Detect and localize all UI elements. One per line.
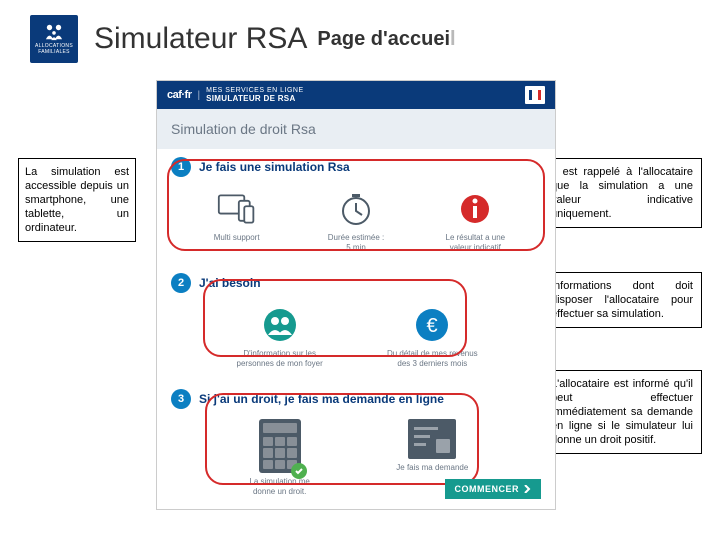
- topbar-line2: SIMULATEUR DE RSA: [206, 94, 304, 103]
- cell-has-right: La simulation me donne un droit.: [230, 419, 330, 497]
- caf-brand: caf·fr: [167, 89, 192, 101]
- cell-income-detail: € Du détail de mes revenus des 3 dernier…: [382, 305, 482, 369]
- family-icon: [43, 23, 65, 41]
- page-title: Simulateur RSA: [94, 22, 307, 56]
- callout-indicative-value: Il est rappelé à l'allocataire que la si…: [542, 158, 702, 228]
- step-badge-3: 3: [171, 389, 191, 409]
- hero-title: Simulation de droit Rsa: [157, 109, 555, 149]
- euro-circle-icon: €: [412, 305, 452, 345]
- commencer-button[interactable]: COMMENCER: [445, 479, 542, 499]
- topbar-line1: MES SERVICES EN LIGNE: [206, 87, 304, 94]
- callout-required-info: Informations dont doit disposer l'alloca…: [542, 272, 702, 328]
- left-annotation: La simulation est accessible depuis un s…: [18, 158, 136, 242]
- people-circle-icon: [260, 305, 300, 345]
- devices-icon: [217, 189, 257, 229]
- step1-title: Je fais une simulation Rsa: [199, 160, 350, 174]
- step2-title: J'ai besoin: [199, 276, 261, 290]
- cell-multi-support: Multi support: [187, 189, 287, 253]
- cell-duration: Durée estimée : 5 min: [306, 189, 406, 253]
- ministry-logo: [525, 86, 545, 104]
- cell-indicative: Le résultat a une valeur indicatif: [425, 189, 525, 253]
- header: ALLOCATIONS FAMILIALES Simulateur RSA Pa…: [30, 14, 692, 64]
- info-circle-icon: [455, 189, 495, 229]
- checkmark-icon: [291, 463, 307, 479]
- page-subtitle: Page d'accueil: [317, 28, 455, 51]
- step-2: 2 J'ai besoin D'information sur les perso…: [157, 265, 555, 381]
- step-1: 1 Je fais une simulation Rsa Multi suppor…: [157, 149, 555, 265]
- svg-text:€: €: [427, 315, 438, 337]
- caf-simulator-screenshot: caf·fr | MES SERVICES EN LIGNE SIMULATEU…: [156, 80, 556, 510]
- allocations-familiales-logo: ALLOCATIONS FAMILIALES: [30, 15, 78, 63]
- cell-household-info: D'information sur les personnes de mon f…: [230, 305, 330, 369]
- chevron-right-icon: [523, 485, 531, 493]
- step3-title: Si j'ai un droit, je fais ma demande en …: [199, 392, 444, 406]
- callout-online-request: L'allocataire est informé qu'il peut eff…: [542, 370, 702, 454]
- clock-icon: [336, 189, 376, 229]
- step-badge-2: 2: [171, 273, 191, 293]
- caf-topbar: caf·fr | MES SERVICES EN LIGNE SIMULATEU…: [157, 81, 555, 109]
- form-icon: [408, 419, 456, 459]
- step-badge-1: 1: [171, 157, 191, 177]
